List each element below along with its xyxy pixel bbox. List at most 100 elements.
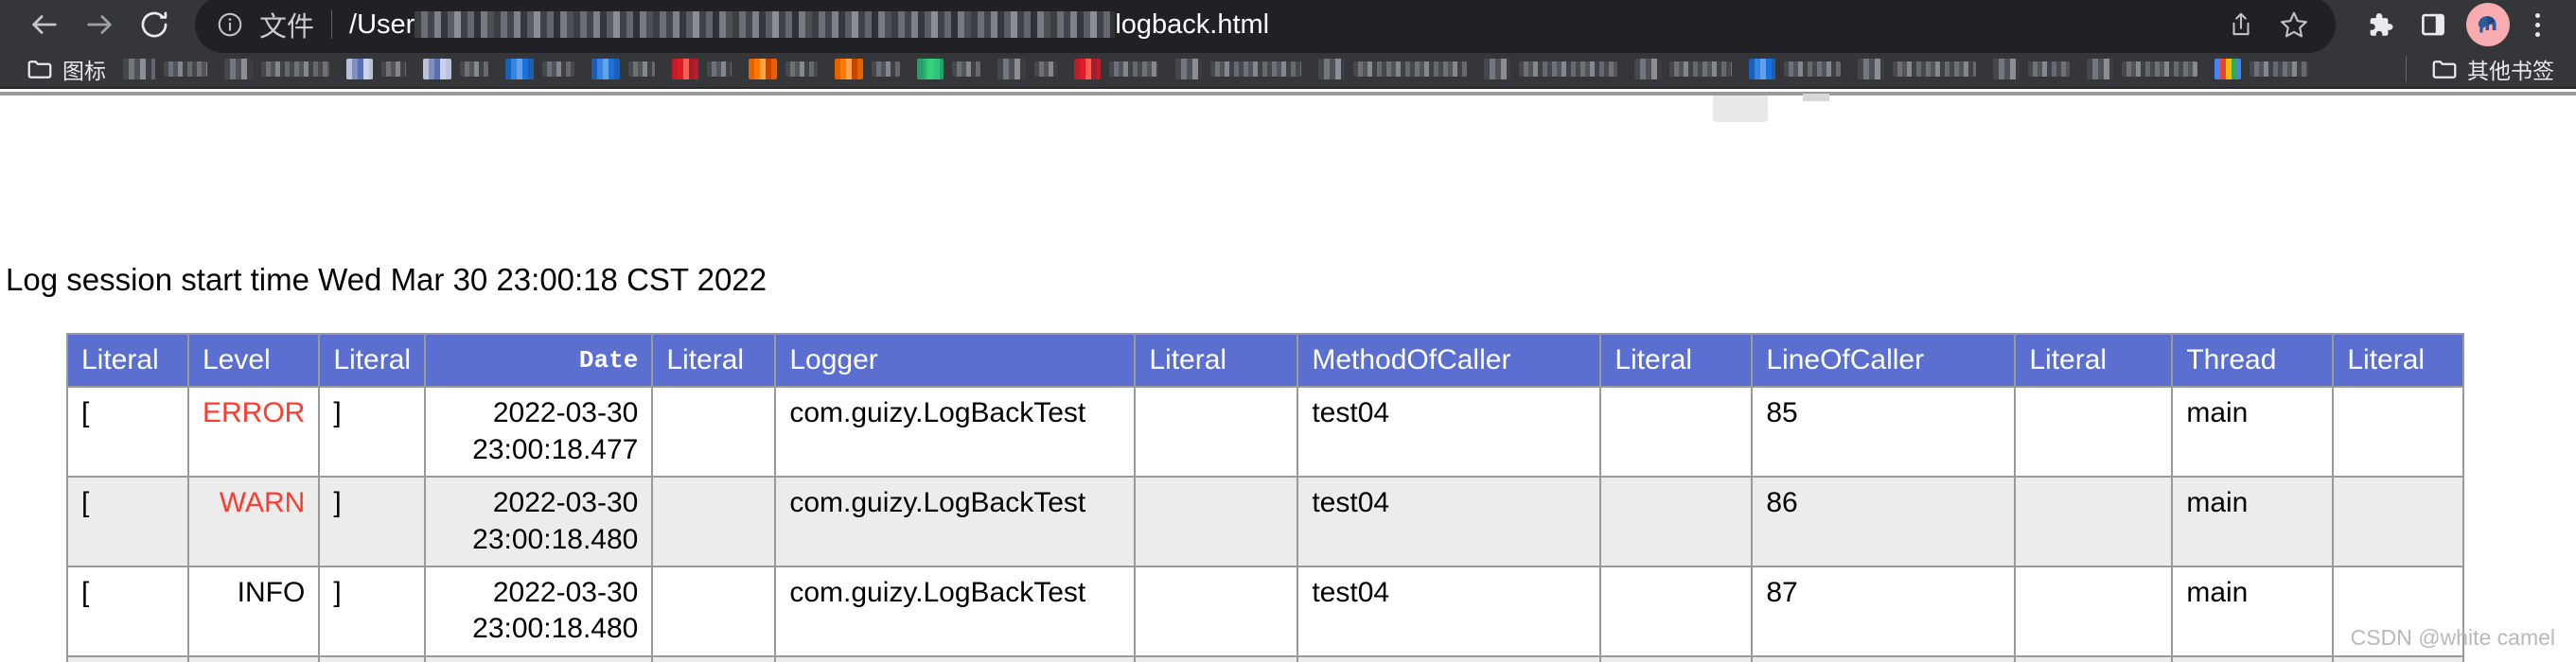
- cell-date-line2: 23:00:18.480: [472, 523, 639, 555]
- cell-literal-3: [651, 654, 777, 662]
- avatar[interactable]: [2466, 3, 2510, 46]
- bookmark-item-redacted[interactable]: [1310, 53, 1475, 85]
- column-header-date[interactable]: Date: [424, 332, 654, 389]
- bookmark-label-redacted: [1109, 61, 1158, 77]
- cell-date: 2022-03-30 23:00:18.480: [424, 565, 654, 657]
- bookmark-item-redacted[interactable]: [415, 53, 497, 85]
- bookmark-item-redacted[interactable]: [338, 53, 415, 85]
- column-header-literal-4[interactable]: Literal: [1134, 332, 1299, 389]
- column-header-logger[interactable]: Logger: [774, 332, 1137, 389]
- bookmark-favicon-redacted: [1993, 59, 2020, 79]
- extensions-button[interactable]: [2351, 0, 2406, 52]
- bookmark-label-redacted: [2250, 61, 2308, 77]
- cell-method: test04: [1297, 386, 1602, 479]
- bookmark-favicon-redacted: [346, 59, 373, 79]
- column-header-literal-3[interactable]: Literal: [651, 332, 777, 389]
- bookmark-favicon-redacted: [1484, 59, 1510, 79]
- watermark: CSDN @white camel: [2350, 625, 2555, 650]
- log-table-head: Literal Level Literal Date Literal Logge…: [66, 332, 2465, 389]
- cell-literal-open: [: [66, 654, 189, 662]
- page-top-rule: [0, 92, 2576, 96]
- folder-icon: [27, 61, 52, 78]
- bookmark-item-redacted[interactable]: [1849, 53, 1985, 85]
- log-table-header-row: Literal Level Literal Date Literal Logge…: [66, 332, 2465, 389]
- bookmark-item-redacted[interactable]: [663, 53, 740, 85]
- back-button[interactable]: [17, 0, 72, 52]
- address-bar-url[interactable]: /User logback.html: [349, 9, 2315, 41]
- bookmark-item-redacted[interactable]: [740, 53, 826, 85]
- bookmark-item-redacted[interactable]: [1626, 53, 1740, 85]
- browser-menu-button[interactable]: [2515, 0, 2559, 52]
- bookmark-item-icons-folder[interactable]: 图标: [17, 53, 115, 85]
- bookmark-item-redacted[interactable]: [2206, 53, 2317, 85]
- column-header-literal-6[interactable]: Literal: [2014, 332, 2174, 389]
- bookmark-label-redacted: [628, 61, 655, 77]
- cell-line: 87: [1751, 565, 2017, 657]
- cell-literal-7: [2332, 386, 2465, 479]
- cell-line: 85: [1751, 386, 2017, 479]
- bookmark-item-redacted[interactable]: [583, 53, 663, 85]
- cell-level: INFO: [186, 565, 321, 657]
- cell-date: 2022-03-30 23:00:18.480: [424, 476, 654, 567]
- bookmark-label-redacted: [261, 61, 329, 77]
- side-panel-button[interactable]: [2406, 0, 2461, 52]
- cell-thread: main: [2171, 565, 2335, 657]
- bookmark-favicon-redacted: [423, 59, 451, 79]
- share-button[interactable]: [2214, 0, 2267, 51]
- cell-literal-4: [1134, 654, 1299, 662]
- forward-button[interactable]: [72, 0, 127, 52]
- column-header-line-of-caller[interactable]: LineOfCaller: [1751, 332, 2017, 389]
- bookmark-item-redacted[interactable]: [989, 53, 1066, 85]
- table-row: [ DEBUG ] 2022-03-3023:00:18.481 com.gui…: [66, 654, 2465, 662]
- bookmark-label-redacted: [952, 61, 980, 77]
- bookmark-item-redacted[interactable]: [1167, 53, 1310, 85]
- bookmark-label-redacted: [1210, 61, 1301, 77]
- cell-method: test04: [1297, 565, 1602, 657]
- bookmark-item-redacted[interactable]: [2078, 53, 2206, 85]
- bookmark-button[interactable]: [2267, 0, 2320, 51]
- column-header-thread[interactable]: Thread: [2171, 332, 2335, 389]
- bookmark-item-redacted[interactable]: [216, 53, 338, 85]
- reload-button[interactable]: [127, 0, 182, 52]
- cell-line: 88: [1751, 654, 2017, 662]
- navigation-toolbar: 文件 /User logback.html: [0, 0, 2576, 53]
- cell-date-line1: 2022-03-30: [492, 576, 639, 608]
- cell-literal-5: [1599, 476, 1754, 567]
- column-header-literal-1[interactable]: Literal: [66, 332, 189, 389]
- bookmark-favicon-redacted: [1749, 59, 1775, 79]
- bookmark-favicon-redacted: [917, 59, 944, 79]
- cell-literal-close: ]: [318, 654, 427, 662]
- column-header-method-of-caller[interactable]: MethodOfCaller: [1297, 332, 1602, 389]
- cell-logger: com.guizy.LogBackTest: [774, 654, 1137, 662]
- profile-button[interactable]: [2461, 0, 2515, 52]
- cell-literal-6: [2014, 654, 2174, 662]
- cell-thread: main: [2171, 654, 2335, 662]
- three-dots-vertical-icon: [2534, 22, 2540, 27]
- column-header-literal-7[interactable]: Literal: [2332, 332, 2465, 389]
- bookmark-label-redacted: [872, 61, 900, 77]
- bookmark-favicon-redacted: [835, 59, 863, 79]
- address-bar-scheme-label: 文件: [259, 12, 315, 43]
- column-header-level[interactable]: Level: [186, 332, 321, 389]
- bookmark-item-redacted[interactable]: [909, 53, 989, 85]
- bookmark-item-redacted[interactable]: [115, 53, 216, 85]
- three-dots-vertical-icon: [2534, 31, 2540, 37]
- cell-date-line2: 23:00:18.480: [472, 613, 639, 645]
- address-bar[interactable]: 文件 /User logback.html: [195, 0, 2336, 53]
- bookmark-item-redacted[interactable]: [497, 53, 583, 85]
- column-header-literal-2[interactable]: Literal: [318, 332, 427, 389]
- address-bar-url-prefix: /User: [349, 9, 415, 40]
- log-table-container: Literal Level Literal Date Literal Logge…: [66, 332, 2465, 662]
- bookmark-item-redacted[interactable]: [1985, 53, 2078, 85]
- bookmark-item-redacted[interactable]: [1740, 53, 1849, 85]
- cell-literal-6: [2014, 565, 2174, 657]
- bookmark-item-redacted[interactable]: [1066, 53, 1167, 85]
- bookmark-item-other-bookmarks[interactable]: 其他书签: [2422, 53, 2563, 85]
- info-circle-icon[interactable]: [216, 10, 244, 39]
- bookmark-favicon-redacted: [2214, 59, 2241, 79]
- column-header-literal-5[interactable]: Literal: [1599, 332, 1754, 389]
- bookmarks-bar-separator: [2406, 56, 2407, 82]
- bookmark-label-redacted: [2122, 61, 2197, 77]
- bookmark-item-redacted[interactable]: [826, 53, 909, 85]
- bookmark-item-redacted[interactable]: [1475, 53, 1626, 85]
